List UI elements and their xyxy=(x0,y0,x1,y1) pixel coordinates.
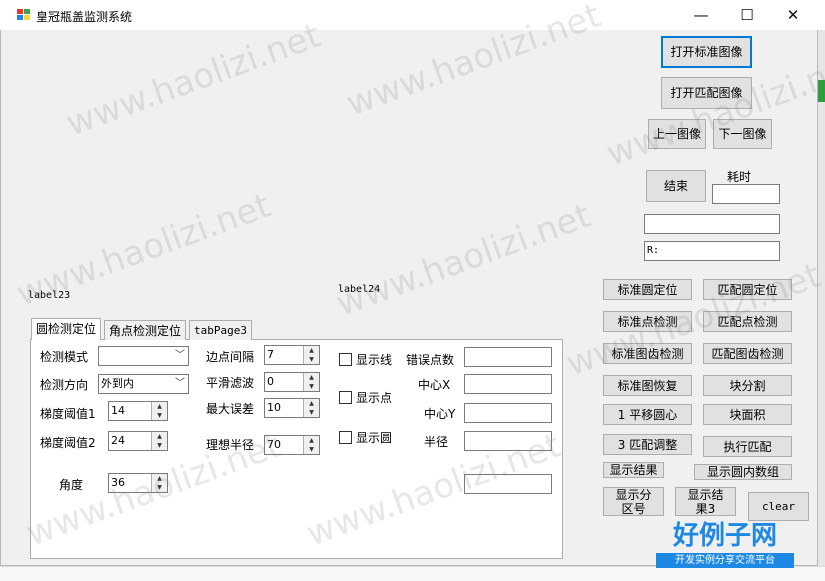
std-circle-locate-button[interactable]: 标准圆定位 xyxy=(603,279,692,300)
show-circle-checkbox[interactable] xyxy=(339,431,352,444)
label23: label23 xyxy=(28,290,71,301)
extra-field[interactable] xyxy=(464,474,552,494)
center-x-label: 中心X xyxy=(418,378,451,392)
smooth-filter-label: 平滑滤波 xyxy=(206,376,255,390)
spin-buttons[interactable]: ▲ ▼ xyxy=(303,346,319,364)
spin-buttons[interactable]: ▲ ▼ xyxy=(303,373,319,391)
translate-circle-button[interactable]: 1 平移圆心 xyxy=(603,404,692,425)
end-button[interactable]: 结束 xyxy=(646,170,706,202)
show-point-checkbox[interactable] xyxy=(339,391,352,404)
ideal-radius-stepper[interactable]: 70 ▲ ▼ xyxy=(264,435,320,455)
show-zone-number-button[interactable]: 显示分区号 xyxy=(603,487,664,516)
radius-label: 半径 xyxy=(424,435,449,449)
smooth-filter-stepper[interactable]: 0 ▲ ▼ xyxy=(264,372,320,392)
angle-stepper[interactable]: 36 ▲ ▼ xyxy=(108,473,168,493)
match-tooth-detect-button[interactable]: 匹配图齿检测 xyxy=(703,343,792,364)
match-point-detect-button[interactable]: 匹配点检测 xyxy=(703,311,792,332)
show-result-button[interactable]: 显示结果 xyxy=(603,462,664,478)
error-count-field[interactable] xyxy=(464,347,552,367)
chevron-down-icon: ﹀ xyxy=(175,378,185,389)
detect-mode-label: 检测模式 xyxy=(40,350,89,364)
open-match-image-button[interactable]: 打开匹配图像 xyxy=(661,77,752,109)
gradient-threshold2-label: 梯度阈值2 xyxy=(40,436,96,450)
ideal-radius-label: 理想半径 xyxy=(206,438,255,452)
std-tooth-detect-button[interactable]: 标准图齿检测 xyxy=(603,343,692,364)
side-marker xyxy=(818,80,825,102)
r-field[interactable]: R: xyxy=(644,241,780,261)
label24: label24 xyxy=(338,284,381,295)
logo-subtitle: 开发实例分享交流平台 xyxy=(656,553,794,568)
tab-page3[interactable]: tabPage3 xyxy=(189,320,252,340)
show-circle-array-button[interactable]: 显示圆内数组 xyxy=(694,464,792,480)
edge-spacing-stepper[interactable]: 7 ▲ ▼ xyxy=(264,345,320,365)
detect-direction-label: 检测方向 xyxy=(40,378,89,392)
next-image-button[interactable]: 下一图像 xyxy=(713,119,772,149)
show-line-label: 显示线 xyxy=(356,353,393,367)
spin-buttons[interactable]: ▲ ▼ xyxy=(303,399,319,417)
block-area-button[interactable]: 块面积 xyxy=(703,404,792,425)
center-x-field[interactable] xyxy=(464,374,552,394)
tab-corner-detect[interactable]: 角点检测定位 xyxy=(104,320,187,340)
gradient-threshold1-label: 梯度阈值1 xyxy=(40,407,96,421)
show-line-checkbox[interactable] xyxy=(339,353,352,366)
spin-buttons[interactable]: ▲ ▼ xyxy=(151,474,167,492)
max-error-stepper[interactable]: 10 ▲ ▼ xyxy=(264,398,320,418)
spin-buttons[interactable]: ▲ ▼ xyxy=(151,432,167,450)
spin-buttons[interactable]: ▲ ▼ xyxy=(151,402,167,420)
prev-image-button[interactable]: 上一图像 xyxy=(648,119,706,149)
angle-label: 角度 xyxy=(59,478,84,492)
run-match-button[interactable]: 执行匹配 xyxy=(703,436,792,457)
logo-title: 好例子网 xyxy=(672,521,777,551)
max-error-label: 最大误差 xyxy=(206,402,255,416)
show-circle-label: 显示圆 xyxy=(356,431,393,445)
close-icon[interactable]: ✕ xyxy=(770,3,816,27)
minimize-icon[interactable]: — xyxy=(678,3,724,27)
elapsed-label: 耗时 xyxy=(727,170,752,184)
center-y-field[interactable] xyxy=(464,403,552,423)
block-split-button[interactable]: 块分割 xyxy=(703,375,792,396)
maximize-icon[interactable]: ☐ xyxy=(724,3,770,27)
match-adjust-button[interactable]: 3 匹配调整 xyxy=(603,434,692,455)
radius-field[interactable] xyxy=(464,431,552,451)
gradient-threshold1-stepper[interactable]: 14 ▲ ▼ xyxy=(108,401,168,421)
detect-mode-select[interactable]: ﹀ xyxy=(98,346,189,366)
edge-spacing-label: 边点间隔 xyxy=(206,350,255,364)
detect-direction-select[interactable]: 外到内 ﹀ xyxy=(98,374,189,394)
side-strip xyxy=(818,30,825,566)
std-point-detect-button[interactable]: 标准点检测 xyxy=(603,311,692,332)
chevron-down-icon: ﹀ xyxy=(175,350,185,361)
window-title: 皇冠瓶盖监测系统 xyxy=(36,10,133,24)
app-icon xyxy=(17,9,31,21)
result-field[interactable] xyxy=(644,214,780,234)
tab-circle-detect[interactable]: 圆检测定位 xyxy=(31,318,102,340)
center-y-label: 中心Y xyxy=(424,407,456,421)
error-count-label: 错误点数 xyxy=(406,353,455,367)
gradient-threshold2-stepper[interactable]: 24 ▲ ▼ xyxy=(108,431,168,451)
spin-buttons[interactable]: ▲ ▼ xyxy=(303,436,319,454)
elapsed-field[interactable] xyxy=(712,184,780,204)
site-logo: 好例子网 开发实例分享交流平台 xyxy=(656,515,794,569)
std-restore-button[interactable]: 标准图恢复 xyxy=(603,375,692,396)
show-point-label: 显示点 xyxy=(356,391,393,405)
show-result3-button[interactable]: 显示结果3 xyxy=(675,487,736,516)
open-standard-image-button[interactable]: 打开标准图像 xyxy=(661,36,752,68)
match-circle-locate-button[interactable]: 匹配圆定位 xyxy=(703,279,792,300)
